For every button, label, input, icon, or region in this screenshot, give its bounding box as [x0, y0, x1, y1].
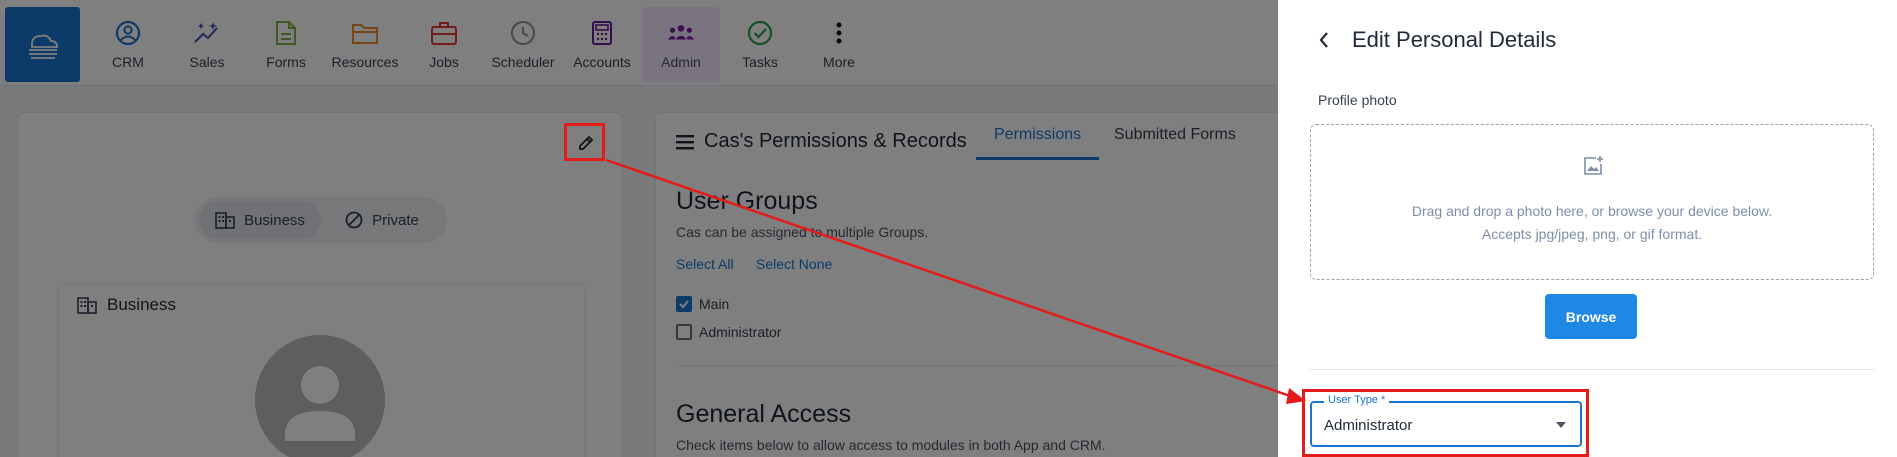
edit-button-highlight: [564, 123, 605, 161]
modal-backdrop[interactable]: [0, 0, 1278, 457]
dropzone-formats: Accepts jpg/jpeg, png, or gif format.: [1481, 226, 1703, 242]
dropzone-instructions: Drag and drop a photo here, or browse yo…: [1411, 203, 1773, 219]
drawer-title: Edit Personal Details: [1352, 27, 1557, 52]
browse-button[interactable]: Browse: [1545, 294, 1637, 339]
user-type-highlight: [1302, 389, 1589, 457]
back-button[interactable]: [1312, 28, 1336, 52]
photo-dropzone[interactable]: Drag and drop a photo here, or browse yo…: [1310, 124, 1874, 280]
add-photo-icon: [1584, 156, 1603, 175]
profile-photo-label: Profile photo: [1318, 92, 1397, 108]
chevron-left-icon: [1319, 32, 1328, 48]
drawer-divider: [1310, 369, 1874, 370]
